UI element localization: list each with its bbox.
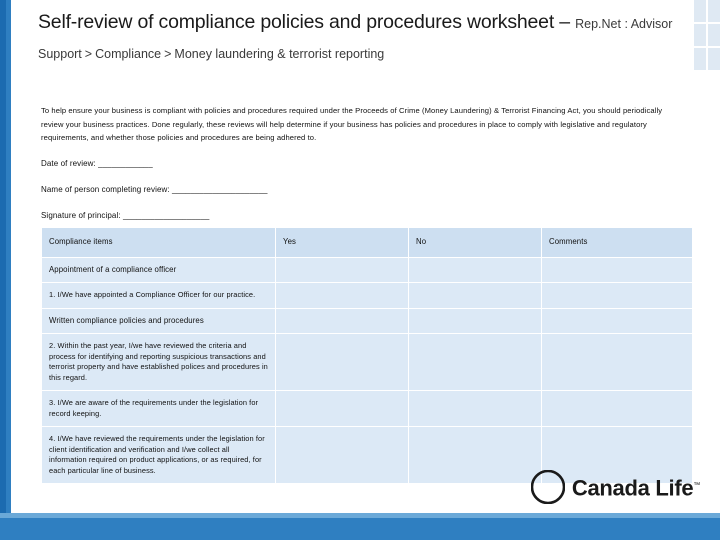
cell-comments[interactable] <box>541 307 693 334</box>
cell-no[interactable] <box>408 333 542 391</box>
cell-comments[interactable] <box>541 282 693 309</box>
row-label: 2. Within the past year, I/we have revie… <box>41 333 276 391</box>
logo-name: Canada Life <box>571 475 694 501</box>
breadcrumb-item-2: Money laundering & terrorist reporting <box>174 47 385 61</box>
cell-yes[interactable] <box>275 333 409 391</box>
cell-yes[interactable] <box>275 307 409 334</box>
table-row: Written compliance policies and procedur… <box>41 307 693 334</box>
cell-yes[interactable] <box>275 390 409 427</box>
decor-square <box>708 24 720 46</box>
compliance-table: Compliance items Yes No Comments Appoint… <box>41 227 693 484</box>
left-accent-bar <box>0 0 11 540</box>
title-text: Self-review of compliance policies and p… <box>38 8 678 68</box>
breadcrumb-separator: > <box>84 47 93 61</box>
footer-band <box>0 518 720 540</box>
field-name-of-reviewer: Name of person completing review: ______… <box>41 185 268 194</box>
intro-paragraph: To help ensure your business is complian… <box>41 106 663 142</box>
cell-no[interactable] <box>408 426 542 484</box>
column-header-items: Compliance items <box>41 227 276 258</box>
table-row: Appointment of a compliance officer <box>41 256 693 283</box>
column-header-comments: Comments <box>541 227 693 258</box>
logo-trademark: ™ <box>693 481 700 489</box>
decor-square <box>708 48 720 70</box>
cell-no[interactable] <box>408 390 542 427</box>
cell-no[interactable] <box>408 282 542 309</box>
table-row: 1. I/We have appointed a Compliance Offi… <box>41 282 693 309</box>
row-label: 4. I/We have reviewed the requirements u… <box>41 426 276 484</box>
row-label: Written compliance policies and procedur… <box>41 307 276 334</box>
cell-yes[interactable] <box>275 426 409 484</box>
decor-square <box>694 48 706 70</box>
decorative-squares <box>682 0 720 100</box>
column-header-no: No <box>408 227 542 258</box>
decor-square <box>708 0 720 22</box>
cell-no[interactable] <box>408 307 542 334</box>
field-signature-of-principal: Signature of principal: ________________… <box>41 211 210 220</box>
cell-comments[interactable] <box>541 390 693 427</box>
cell-comments[interactable] <box>541 333 693 391</box>
page-title: Self-review of compliance policies and p… <box>38 8 678 68</box>
canada-life-logo: Canada Life™ <box>530 469 700 505</box>
breadcrumb-item-1: Compliance <box>95 47 162 61</box>
table-row: 2. Within the past year, I/we have revie… <box>41 333 693 391</box>
field-date-of-review: Date of review: ____________ <box>41 159 153 168</box>
title-main: Self-review of compliance policies and p… <box>38 11 576 33</box>
column-header-yes: Yes <box>275 227 409 258</box>
table-row: 3. I/We are aware of the requirements un… <box>41 390 693 427</box>
cell-no[interactable] <box>408 256 542 283</box>
row-label: 3. I/We are aware of the requirements un… <box>41 390 276 427</box>
row-label: 1. I/We have appointed a Compliance Offi… <box>41 282 276 309</box>
cell-comments[interactable] <box>541 256 693 283</box>
breadcrumb-separator: > <box>164 47 172 61</box>
row-label: Appointment of a compliance officer <box>41 256 276 283</box>
logo-wordmark: Canada Life™ <box>572 473 700 501</box>
cell-yes[interactable] <box>275 282 409 309</box>
left-accent-bar-inner <box>0 0 6 540</box>
canada-life-mark-icon <box>530 469 566 505</box>
cell-yes[interactable] <box>275 256 409 283</box>
decor-square <box>694 24 706 46</box>
slide: Self-review of compliance policies and p… <box>0 0 720 540</box>
table-header-row: Compliance items Yes No Comments <box>41 227 693 258</box>
decor-square <box>694 0 706 22</box>
